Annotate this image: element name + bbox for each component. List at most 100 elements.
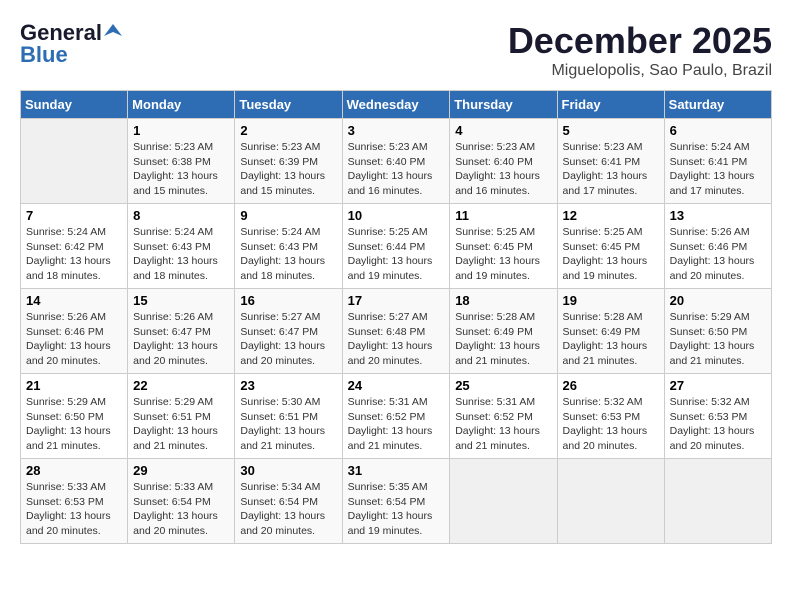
day-cell: 4 Sunrise: 5:23 AMSunset: 6:40 PMDaylight… <box>450 119 557 204</box>
day-cell: 27Sunrise: 5:32 AMSunset: 6:53 PMDayligh… <box>664 374 771 459</box>
day-info: Sunrise: 5:29 AMSunset: 6:50 PMDaylight:… <box>26 395 122 454</box>
day-info: Sunrise: 5:34 AMSunset: 6:54 PMDaylight:… <box>240 480 336 539</box>
day-info: Sunrise: 5:26 AMSunset: 6:47 PMDaylight:… <box>133 310 229 369</box>
title-section: December 2025 Miguelopolis, Sao Paulo, B… <box>508 20 772 80</box>
day-cell: 25 Sunrise: 5:31 AMSunset: 6:52 PMDayligh… <box>450 374 557 459</box>
subtitle: Miguelopolis, Sao Paulo, Brazil <box>508 62 772 80</box>
day-cell: 9 Sunrise: 5:24 AMSunset: 6:43 PMDaylight… <box>235 204 342 289</box>
day-cell: 3 Sunrise: 5:23 AMSunset: 6:40 PMDaylight… <box>342 119 450 204</box>
day-cell <box>664 459 771 544</box>
logo-bird-icon <box>104 22 122 40</box>
day-info: Sunrise: 5:26 AMSunset: 6:46 PMDaylight:… <box>26 310 122 369</box>
day-number: 10 <box>348 208 445 223</box>
day-number: 18 <box>455 293 551 308</box>
day-number: 6 <box>670 123 766 138</box>
day-cell: 12 Sunrise: 5:25 AMSunset: 6:45 PMDayligh… <box>557 204 664 289</box>
day-number: 11 <box>455 208 551 223</box>
day-info: Sunrise: 5:29 AMSunset: 6:50 PMDaylight:… <box>670 310 766 369</box>
day-info: Sunrise: 5:23 AMSunset: 6:39 PMDaylight:… <box>240 140 336 199</box>
day-cell: 1 Sunrise: 5:23 AMSunset: 6:38 PMDaylight… <box>128 119 235 204</box>
week-row-1: 1 Sunrise: 5:23 AMSunset: 6:38 PMDaylight… <box>21 119 772 204</box>
day-cell: 16 Sunrise: 5:27 AMSunset: 6:47 PMDayligh… <box>235 289 342 374</box>
day-info: Sunrise: 5:33 AMSunset: 6:54 PMDaylight:… <box>133 480 229 539</box>
day-number: 30 <box>240 463 336 478</box>
header: General Blue December 2025 Miguelopolis,… <box>20 20 772 80</box>
day-cell: 19 Sunrise: 5:28 AMSunset: 6:49 PMDayligh… <box>557 289 664 374</box>
day-info: Sunrise: 5:24 AMSunset: 6:42 PMDaylight:… <box>26 225 122 284</box>
day-cell: 17 Sunrise: 5:27 AMSunset: 6:48 PMDayligh… <box>342 289 450 374</box>
day-number: 12 <box>563 208 659 223</box>
day-cell <box>450 459 557 544</box>
day-number: 28 <box>26 463 122 478</box>
day-number: 4 <box>455 123 551 138</box>
day-info: Sunrise: 5:29 AMSunset: 6:51 PMDaylight:… <box>133 395 229 454</box>
day-number: 26 <box>563 378 659 393</box>
day-number: 31 <box>348 463 445 478</box>
day-info: Sunrise: 5:32 AMSunset: 6:53 PMDaylight:… <box>563 395 659 454</box>
day-number: 15 <box>133 293 229 308</box>
day-number: 17 <box>348 293 445 308</box>
day-number: 25 <box>455 378 551 393</box>
day-info: Sunrise: 5:31 AMSunset: 6:52 PMDaylight:… <box>455 395 551 454</box>
day-cell: 10 Sunrise: 5:25 AMSunset: 6:44 PMDayligh… <box>342 204 450 289</box>
day-cell: 2Sunrise: 5:23 AMSunset: 6:39 PMDaylight… <box>235 119 342 204</box>
day-cell: 7 Sunrise: 5:24 AMSunset: 6:42 PMDaylight… <box>21 204 128 289</box>
day-cell: 22 Sunrise: 5:29 AMSunset: 6:51 PMDayligh… <box>128 374 235 459</box>
day-info: Sunrise: 5:24 AMSunset: 6:43 PMDaylight:… <box>133 225 229 284</box>
day-info: Sunrise: 5:23 AMSunset: 6:40 PMDaylight:… <box>348 140 445 199</box>
day-number: 1 <box>133 123 229 138</box>
day-number: 3 <box>348 123 445 138</box>
col-header-friday: Friday <box>557 91 664 119</box>
day-info: Sunrise: 5:23 AMSunset: 6:38 PMDaylight:… <box>133 140 229 199</box>
col-header-wednesday: Wednesday <box>342 91 450 119</box>
day-info: Sunrise: 5:30 AMSunset: 6:51 PMDaylight:… <box>240 395 336 454</box>
col-header-tuesday: Tuesday <box>235 91 342 119</box>
day-info: Sunrise: 5:24 AMSunset: 6:41 PMDaylight:… <box>670 140 766 199</box>
day-cell: 31Sunrise: 5:35 AMSunset: 6:54 PMDayligh… <box>342 459 450 544</box>
day-info: Sunrise: 5:25 AMSunset: 6:45 PMDaylight:… <box>455 225 551 284</box>
day-number: 5 <box>563 123 659 138</box>
week-row-3: 14 Sunrise: 5:26 AMSunset: 6:46 PMDayligh… <box>21 289 772 374</box>
day-number: 19 <box>563 293 659 308</box>
day-info: Sunrise: 5:26 AMSunset: 6:46 PMDaylight:… <box>670 225 766 284</box>
day-number: 22 <box>133 378 229 393</box>
day-cell: 8 Sunrise: 5:24 AMSunset: 6:43 PMDaylight… <box>128 204 235 289</box>
col-header-sunday: Sunday <box>21 91 128 119</box>
day-number: 20 <box>670 293 766 308</box>
day-number: 14 <box>26 293 122 308</box>
day-info: Sunrise: 5:31 AMSunset: 6:52 PMDaylight:… <box>348 395 445 454</box>
day-info: Sunrise: 5:25 AMSunset: 6:44 PMDaylight:… <box>348 225 445 284</box>
day-number: 13 <box>670 208 766 223</box>
day-number: 21 <box>26 378 122 393</box>
logo: General Blue <box>20 20 122 68</box>
day-number: 9 <box>240 208 336 223</box>
calendar-table: SundayMondayTuesdayWednesdayThursdayFrid… <box>20 90 772 544</box>
main-title: December 2025 <box>508 20 772 62</box>
day-number: 16 <box>240 293 336 308</box>
day-cell: 24 Sunrise: 5:31 AMSunset: 6:52 PMDayligh… <box>342 374 450 459</box>
day-info: Sunrise: 5:28 AMSunset: 6:49 PMDaylight:… <box>455 310 551 369</box>
day-number: 8 <box>133 208 229 223</box>
day-cell: 23 Sunrise: 5:30 AMSunset: 6:51 PMDayligh… <box>235 374 342 459</box>
day-number: 23 <box>240 378 336 393</box>
day-info: Sunrise: 5:27 AMSunset: 6:48 PMDaylight:… <box>348 310 445 369</box>
day-info: Sunrise: 5:33 AMSunset: 6:53 PMDaylight:… <box>26 480 122 539</box>
day-info: Sunrise: 5:28 AMSunset: 6:49 PMDaylight:… <box>563 310 659 369</box>
day-info: Sunrise: 5:24 AMSunset: 6:43 PMDaylight:… <box>240 225 336 284</box>
day-info: Sunrise: 5:25 AMSunset: 6:45 PMDaylight:… <box>563 225 659 284</box>
day-number: 24 <box>348 378 445 393</box>
day-cell <box>557 459 664 544</box>
day-cell: 11 Sunrise: 5:25 AMSunset: 6:45 PMDayligh… <box>450 204 557 289</box>
day-cell: 26 Sunrise: 5:32 AMSunset: 6:53 PMDayligh… <box>557 374 664 459</box>
day-info: Sunrise: 5:32 AMSunset: 6:53 PMDaylight:… <box>670 395 766 454</box>
logo-blue: Blue <box>20 42 68 68</box>
day-number: 7 <box>26 208 122 223</box>
day-cell: 29 Sunrise: 5:33 AMSunset: 6:54 PMDayligh… <box>128 459 235 544</box>
day-info: Sunrise: 5:23 AMSunset: 6:40 PMDaylight:… <box>455 140 551 199</box>
day-cell: 30 Sunrise: 5:34 AMSunset: 6:54 PMDayligh… <box>235 459 342 544</box>
day-info: Sunrise: 5:27 AMSunset: 6:47 PMDaylight:… <box>240 310 336 369</box>
day-number: 29 <box>133 463 229 478</box>
day-cell: 20 Sunrise: 5:29 AMSunset: 6:50 PMDayligh… <box>664 289 771 374</box>
day-cell: 5Sunrise: 5:23 AMSunset: 6:41 PMDaylight… <box>557 119 664 204</box>
day-cell: 6 Sunrise: 5:24 AMSunset: 6:41 PMDaylight… <box>664 119 771 204</box>
